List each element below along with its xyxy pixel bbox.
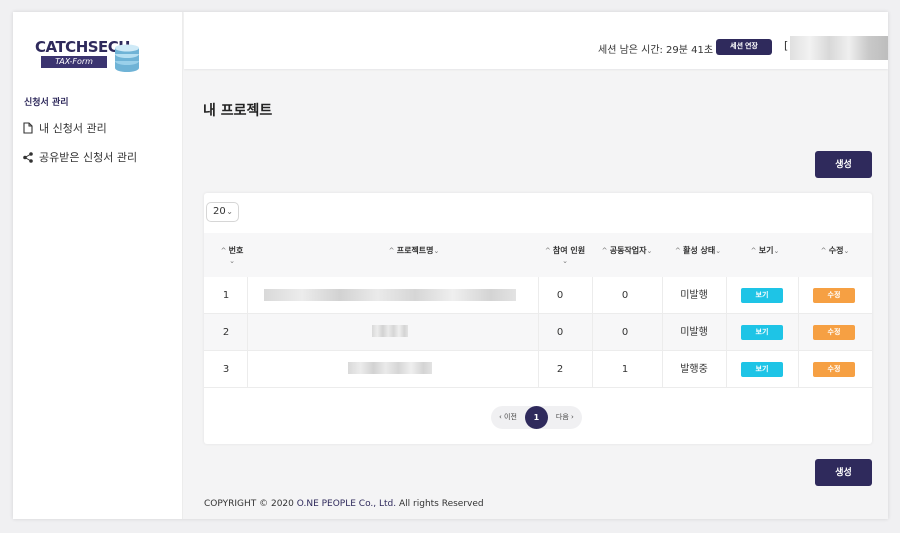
status-text: 미발행 <box>680 290 708 301</box>
table-row: 3 2 1 발행중 보기 수정 <box>204 351 872 388</box>
share-icon <box>23 151 33 163</box>
company-name: O.NE PEOPLE Co., Ltd. <box>296 499 397 509</box>
extend-session-button[interactable]: 세션 연장 <box>716 39 772 55</box>
chevron-down-icon: ⌄ <box>226 207 233 216</box>
app-window: CATCHSECU TAX-Form 신청서 관리 내 신청서 관리 공유받은 … <box>13 12 888 519</box>
edit-button[interactable]: 수정 <box>813 325 855 340</box>
sidebar: CATCHSECU TAX-Form 신청서 관리 내 신청서 관리 공유받은 … <box>13 12 183 519</box>
status-text: 미발행 <box>680 327 708 338</box>
row-number: 3 <box>222 364 230 375</box>
user-info-redacted <box>790 36 888 60</box>
copyright-prefix: COPYRIGHT © 2020 <box>204 499 294 509</box>
next-page-button[interactable]: 다음 › <box>548 406 582 429</box>
create-button-bottom[interactable]: 생성 <box>815 459 872 486</box>
table-row: 2 0 0 미발행 보기 수정 <box>204 314 872 351</box>
collaborators-count: 1 <box>621 364 629 375</box>
column-header-project-name[interactable]: ^ 프로젝트명⌄ <box>264 245 564 256</box>
edit-button[interactable]: 수정 <box>813 288 855 303</box>
row-number: 1 <box>222 290 230 301</box>
project-name-redacted <box>348 362 432 374</box>
table-header: ^ 번호 ⌄ ^ 프로젝트명⌄ ^ 참여 인원 ⌄ ^ 공동작업자⌄ ^ 활성 상태… <box>204 233 872 277</box>
pagination: ‹ 이전 1 다음 › <box>491 406 582 429</box>
session-time: 29분 41초 <box>666 45 714 56</box>
participants-count: 2 <box>556 364 564 375</box>
column-header-collaborators[interactable]: ^ 공동작업자⌄ <box>594 245 660 256</box>
sidebar-item-my-applications[interactable]: 내 신청서 관리 <box>23 120 107 136</box>
column-header-status[interactable]: ^ 활성 상태⌄ <box>666 245 730 256</box>
column-header-participants[interactable]: ^ 참여 인원 ⌄ <box>540 245 590 265</box>
collaborators-count: 0 <box>621 290 629 301</box>
sidebar-item-label: 공유받은 신청서 관리 <box>39 151 138 164</box>
project-table-card: 20 ⌄ ^ 번호 ⌄ ^ 프로젝트명⌄ ^ 참여 인원 ⌄ ^ 공동작업자⌄ ^ … <box>204 193 872 444</box>
session-label: 세션 남은 시간: <box>598 45 663 56</box>
user-bracket: [ <box>784 39 789 52</box>
page-size-value: 20 <box>213 206 226 217</box>
row-number: 2 <box>222 327 230 338</box>
view-button[interactable]: 보기 <box>741 325 783 340</box>
column-header-view[interactable]: ^ 보기⌄ <box>730 245 800 256</box>
logo-sub-text: TAX-Form <box>41 56 107 68</box>
project-name-redacted <box>372 325 408 337</box>
collaborators-count: 0 <box>621 327 629 338</box>
sidebar-item-label: 내 신청서 관리 <box>39 122 107 135</box>
page-size-select[interactable]: 20 ⌄ <box>206 202 239 222</box>
table-row: 1 0 0 미발행 보기 수정 <box>204 277 872 314</box>
prev-page-button[interactable]: ‹ 이전 <box>491 406 525 429</box>
participants-count: 0 <box>556 290 564 301</box>
column-header-edit[interactable]: ^ 수정⌄ <box>802 245 868 256</box>
page-title: 내 프로젝트 <box>203 103 273 119</box>
participants-count: 0 <box>556 327 564 338</box>
sidebar-item-shared-applications[interactable]: 공유받은 신청서 관리 <box>23 149 137 165</box>
logo[interactable]: CATCHSECU TAX-Form <box>35 38 145 74</box>
create-button-top[interactable]: 생성 <box>815 151 872 178</box>
column-header-no[interactable]: ^ 번호 ⌄ <box>214 245 250 265</box>
view-button[interactable]: 보기 <box>741 362 783 377</box>
status-text: 발행중 <box>680 364 708 375</box>
rights-text: All rights Reserved <box>399 499 484 509</box>
sidebar-section-title: 신청서 관리 <box>24 98 69 108</box>
edit-button[interactable]: 수정 <box>813 362 855 377</box>
project-name-redacted <box>264 289 516 301</box>
current-page-button[interactable]: 1 <box>524 406 548 429</box>
top-bar: 세션 남은 시간: 29분 41초 세션 연장 [ <box>184 12 888 69</box>
document-icon <box>23 122 33 134</box>
view-button[interactable]: 보기 <box>741 288 783 303</box>
coins-icon <box>115 44 139 72</box>
footer-copyright: COPYRIGHT © 2020 O.NE PEOPLE Co., Ltd. A… <box>204 499 484 509</box>
